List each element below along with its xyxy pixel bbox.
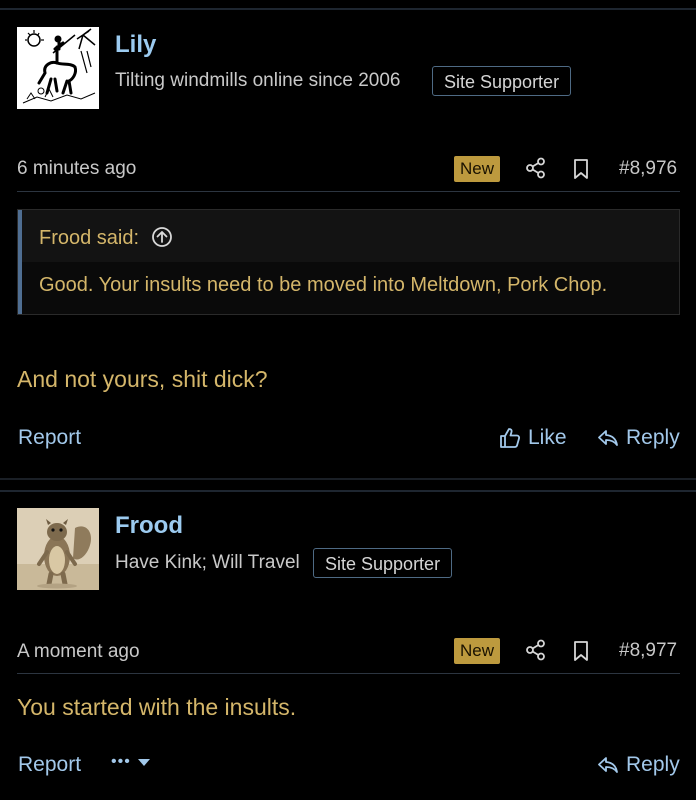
bookmark-icon[interactable] — [572, 640, 590, 662]
user-avatar[interactable] — [17, 508, 99, 590]
reply-arrow-icon — [598, 430, 618, 446]
more-options-button[interactable]: ••• — [111, 753, 151, 771]
username[interactable]: Lily — [115, 31, 156, 59]
post-time[interactable]: 6 minutes ago — [17, 158, 136, 180]
post-number[interactable]: #8,977 — [619, 640, 677, 662]
site-supporter-badge: Site Supporter — [432, 66, 572, 96]
avatar-sketch-icon — [17, 27, 99, 109]
user-title: Have Kink; Will Travel — [115, 552, 300, 573]
post-divider — [0, 478, 696, 480]
post-number[interactable]: #8,976 — [619, 158, 677, 180]
meta-divider — [17, 191, 680, 192]
arrow-up-circle-icon[interactable] — [151, 226, 173, 248]
like-button[interactable]: Like — [498, 426, 567, 450]
like-label: Like — [528, 426, 567, 449]
new-badge: New — [454, 638, 501, 664]
reply-label: Reply — [626, 753, 680, 776]
share-icon[interactable] — [525, 157, 547, 179]
post-message: You started with the insults. — [17, 694, 297, 720]
user-avatar[interactable] — [17, 27, 99, 109]
username[interactable]: Frood — [115, 512, 183, 540]
site-supporter-badge: Site Supporter — [313, 548, 453, 578]
report-link[interactable]: Report — [18, 426, 81, 450]
share-icon[interactable] — [525, 639, 547, 661]
user-title: Tilting windmills online since 2006 — [115, 70, 401, 91]
quote-author[interactable]: Frood said: — [39, 227, 139, 249]
reply-button[interactable]: Reply — [596, 753, 680, 777]
post-divider — [0, 490, 696, 492]
more-dots: ••• — [111, 753, 131, 770]
caret-down-icon — [137, 759, 150, 766]
thumbs-up-icon — [500, 428, 521, 448]
meta-divider — [17, 673, 680, 674]
post-message: And not yours, shit dick? — [17, 366, 268, 392]
reply-label: Reply — [626, 426, 680, 449]
reply-button[interactable]: Reply — [596, 426, 680, 450]
bookmark-icon[interactable] — [572, 158, 590, 180]
avatar-squirrel-icon — [17, 508, 99, 590]
post-time[interactable]: A moment ago — [17, 641, 140, 663]
report-link[interactable]: Report — [18, 753, 81, 777]
quote-text: Good. Your insults need to be moved into… — [39, 274, 608, 296]
new-badge: New — [454, 156, 501, 182]
quote-block: Frood said: Good. Your insults need to b… — [17, 209, 680, 315]
quote-attribution[interactable]: Frood said: — [39, 226, 173, 250]
reply-arrow-icon — [598, 757, 618, 773]
post-divider — [0, 8, 696, 10]
